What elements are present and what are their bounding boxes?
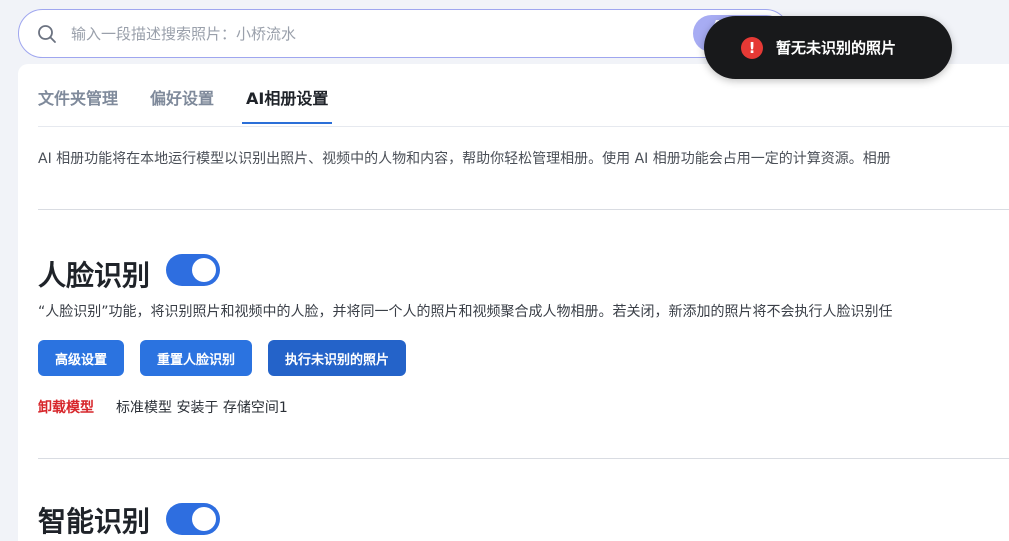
reset-face-recognition-button[interactable]: 重置人脸识别 bbox=[140, 340, 253, 376]
toggle-knob bbox=[192, 258, 216, 282]
advanced-settings-button[interactable]: 高级设置 bbox=[38, 340, 125, 376]
tab-ai-album-settings[interactable]: AI相册设置 bbox=[242, 78, 333, 124]
tabs-divider bbox=[38, 126, 1009, 127]
toast-notification: ! 暂无未识别的照片 bbox=[704, 16, 952, 79]
face-recognition-actions: 高级设置 重置人脸识别 执行未识别的照片 bbox=[38, 340, 422, 376]
toggle-knob bbox=[192, 507, 216, 531]
settings-card: 文件夹管理 偏好设置 AI相册设置 AI 相册功能将在本地运行模型以识别出照片、… bbox=[18, 64, 1009, 541]
smart-recognition-title: 智能识别 bbox=[38, 505, 151, 538]
search-bar[interactable]: AI 搜索 bbox=[18, 9, 790, 58]
section-divider bbox=[38, 458, 1009, 459]
section-divider bbox=[38, 209, 1009, 210]
tab-folder-management[interactable]: 文件夹管理 bbox=[38, 78, 118, 124]
search-input[interactable] bbox=[69, 23, 673, 44]
ai-album-intro: AI 相册功能将在本地运行模型以识别出照片、视频中的人物和内容，帮助你轻松管理相… bbox=[38, 151, 891, 167]
face-recognition-toggle[interactable] bbox=[166, 254, 220, 286]
run-unrecognized-photos-button[interactable]: 执行未识别的照片 bbox=[268, 340, 407, 376]
face-recognition-title: 人脸识别 bbox=[38, 259, 151, 292]
smart-recognition-toggle[interactable] bbox=[166, 503, 220, 535]
model-info: 标准模型 安装于 存储空间1 bbox=[116, 400, 288, 416]
search-icon bbox=[37, 24, 57, 44]
error-icon: ! bbox=[741, 36, 763, 59]
unload-model-link[interactable]: 卸载模型 bbox=[38, 397, 94, 417]
toast-message: 暂无未识别的照片 bbox=[776, 39, 897, 57]
face-recognition-description: “人脸识别”功能，将识别照片和视频中的人脸，并将同一个人的照片和视频聚合成人物相… bbox=[38, 304, 893, 320]
model-row: 卸载模型 标准模型 安装于 存储空间1 bbox=[38, 397, 288, 417]
page: AI 搜索 文件夹管理 偏好设置 AI相册设置 AI 相册功能将在本地运行模型以… bbox=[0, 0, 1009, 541]
settings-tabs: 文件夹管理 偏好设置 AI相册设置 bbox=[38, 78, 360, 126]
tab-preferences[interactable]: 偏好设置 bbox=[150, 78, 214, 124]
